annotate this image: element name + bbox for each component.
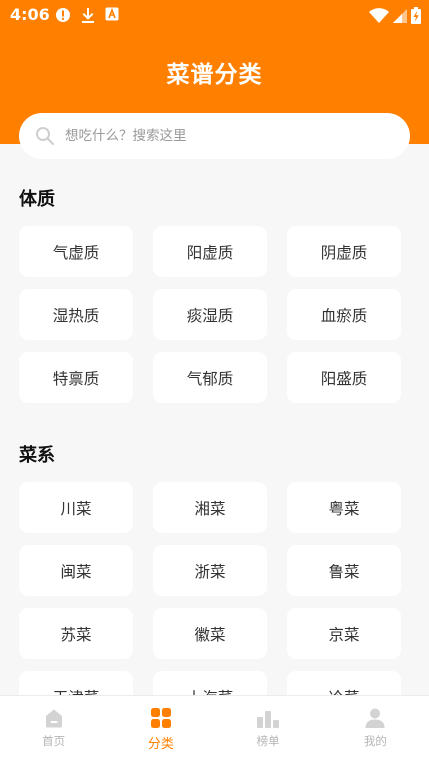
tab-label: 首页: [42, 734, 66, 748]
category-chip[interactable]: 阳盛质: [287, 352, 401, 403]
category-chip[interactable]: 鲁菜: [287, 545, 401, 596]
battery-charging-icon: [411, 7, 421, 24]
category-chip[interactable]: 特禀质: [19, 352, 133, 403]
search-bar[interactable]: [19, 113, 410, 159]
category-chip[interactable]: 血瘀质: [287, 289, 401, 340]
category-chip[interactable]: 闽菜: [19, 545, 133, 596]
category-chip[interactable]: 湿热质: [19, 289, 133, 340]
tab-category[interactable]: 分类: [107, 696, 214, 762]
category-grid-icon: [150, 708, 171, 728]
category-chip[interactable]: 气郁质: [153, 352, 267, 403]
category-chip[interactable]: 徽菜: [153, 608, 267, 659]
category-chip[interactable]: 浙菜: [153, 545, 267, 596]
category-chip[interactable]: 痰湿质: [153, 289, 267, 340]
category-chip[interactable]: 阴虚质: [287, 226, 401, 277]
category-chip[interactable]: 上海菜: [153, 671, 267, 695]
page-title: 菜谱分类: [166, 62, 263, 88]
home-icon: [45, 709, 62, 728]
category-chip[interactable]: 气虚质: [19, 226, 133, 277]
tab-home[interactable]: 首页: [0, 696, 107, 762]
category-chip[interactable]: 天津菜: [19, 671, 133, 695]
tab-label: 榜单: [256, 734, 280, 748]
font-app-icon: [105, 7, 119, 21]
search-input[interactable]: [65, 128, 365, 144]
user-icon: [365, 708, 385, 728]
status-bar: 4:06: [0, 0, 429, 30]
tab-label: 我的: [363, 734, 387, 748]
category-chip[interactable]: 阳虚质: [153, 226, 267, 277]
ranking-icon: [257, 711, 280, 728]
constitution-grid: 气虚质 阳虚质 阴虚质 湿热质 痰湿质 血瘀质 特禀质 气郁质 阳盛质: [19, 226, 401, 403]
section-title-constitution: 体质: [19, 189, 55, 210]
tab-mine[interactable]: 我的: [322, 696, 429, 762]
category-content[interactable]: 体质 气虚质 阳虚质 阴虚质 湿热质 痰湿质 血瘀质 特禀质 气郁质 阳盛质 菜…: [0, 159, 429, 695]
category-chip[interactable]: 川菜: [19, 482, 133, 533]
download-icon: [82, 8, 94, 23]
category-chip[interactable]: 粤菜: [287, 482, 401, 533]
search-icon: [36, 127, 55, 146]
tab-ranking[interactable]: 榜单: [215, 696, 322, 762]
alert-circle-icon: [56, 8, 70, 22]
category-chip[interactable]: 苏菜: [19, 608, 133, 659]
status-time: 4:06: [10, 5, 50, 24]
tab-label: 分类: [147, 737, 174, 752]
bottom-tab-bar: 首页 分类 榜单 我的: [0, 695, 429, 762]
cuisine-grid: 川菜 湘菜 粤菜 闽菜 浙菜 鲁菜 苏菜 徽菜 京菜 天津菜 上海菜 冷菜: [19, 482, 401, 695]
signal-icon: [393, 8, 407, 23]
wifi-icon: [369, 7, 389, 23]
category-chip[interactable]: 湘菜: [153, 482, 267, 533]
category-chip[interactable]: 冷菜: [287, 671, 401, 695]
section-title-cuisine: 菜系: [19, 445, 55, 466]
category-chip[interactable]: 京菜: [287, 608, 401, 659]
